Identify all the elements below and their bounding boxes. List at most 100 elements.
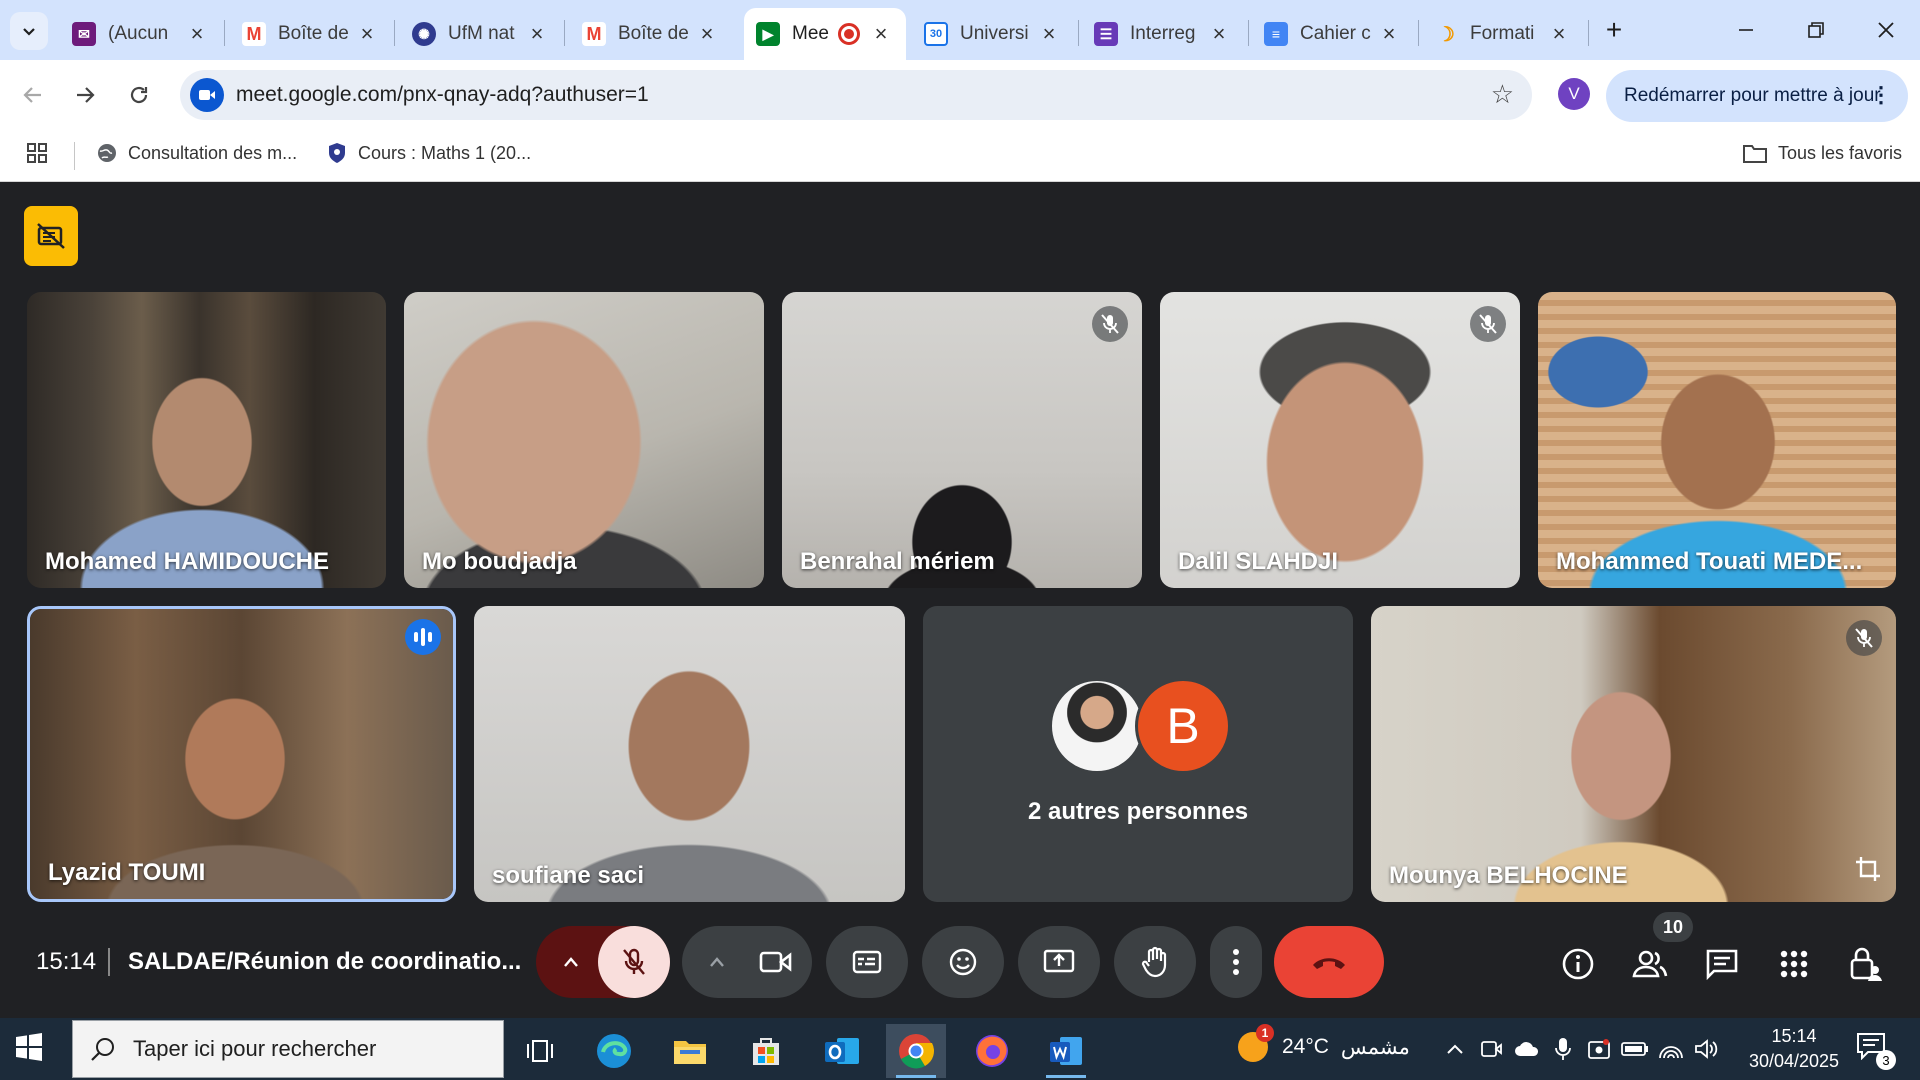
- address-bar[interactable]: meet.google.com/pnx-qnay-adq?authuser=1 …: [180, 70, 1532, 120]
- tab-divider: [1078, 20, 1079, 46]
- sun-icon: 1: [1238, 1024, 1274, 1062]
- minimize-button[interactable]: [1716, 10, 1776, 50]
- tray-volume[interactable]: [1692, 1034, 1722, 1064]
- captions-button[interactable]: [826, 926, 908, 998]
- tab-7[interactable]: ☰ Interreg ×: [1082, 8, 1242, 60]
- leave-call-button[interactable]: [1274, 926, 1384, 998]
- notification-count: 3: [1876, 1050, 1896, 1070]
- search-placeholder: Taper ici pour rechercher: [133, 1036, 377, 1061]
- restore-button[interactable]: [1786, 10, 1846, 50]
- chat-button[interactable]: [1698, 940, 1746, 988]
- tray-onedrive[interactable]: [1512, 1034, 1542, 1064]
- participant-tile[interactable]: Mo boudjadja: [404, 292, 764, 588]
- tab-title: Boîte de: [618, 23, 689, 44]
- tray-microphone[interactable]: [1548, 1034, 1578, 1064]
- site-info-icon[interactable]: [190, 78, 224, 112]
- taskbar-firefox[interactable]: [962, 1024, 1022, 1078]
- tab-8[interactable]: ≡ Cahier c ×: [1252, 8, 1412, 60]
- tab-6[interactable]: 30 Universi ×: [912, 8, 1072, 60]
- activities-button[interactable]: [1770, 940, 1818, 988]
- camera-toggle-button[interactable]: [740, 926, 812, 998]
- profile-avatar[interactable]: V: [1558, 78, 1590, 110]
- taskbar-edge[interactable]: [584, 1024, 644, 1078]
- new-tab-button[interactable]: +: [1584, 10, 1644, 50]
- weather-badge: 1: [1256, 1024, 1274, 1042]
- taskbar-outlook[interactable]: [812, 1024, 872, 1078]
- bookmark-cours-maths[interactable]: Cours : Maths 1 (20...: [326, 142, 531, 164]
- tray-screen-capture[interactable]: [1584, 1034, 1614, 1064]
- tray-battery[interactable]: [1620, 1034, 1650, 1064]
- more-vertical-icon[interactable]: ⋮: [1870, 82, 1892, 108]
- system-clock[interactable]: 15:14 30/04/2025: [1736, 1024, 1852, 1074]
- taskbar-file-explorer[interactable]: [660, 1024, 720, 1078]
- more-options-button[interactable]: [1210, 926, 1262, 998]
- close-icon[interactable]: ×: [1378, 21, 1400, 47]
- notification-center-button[interactable]: 3: [1856, 1032, 1896, 1070]
- taskbar-chrome[interactable]: [886, 1024, 946, 1078]
- close-icon[interactable]: ×: [1548, 21, 1570, 47]
- back-button[interactable]: [12, 74, 54, 116]
- reload-button[interactable]: [118, 74, 160, 116]
- close-icon[interactable]: ×: [526, 21, 548, 47]
- arrow-left-icon: [23, 87, 41, 103]
- close-icon[interactable]: ×: [1038, 21, 1060, 47]
- chevron-up-icon: [564, 957, 578, 967]
- participant-figure: [782, 292, 1142, 588]
- weather-widget[interactable]: 1 24°C مشمس: [1238, 1024, 1410, 1062]
- tab-1[interactable]: ✉ (Aucun ×: [60, 8, 220, 60]
- forward-button[interactable]: [64, 74, 106, 116]
- host-controls-button[interactable]: [1842, 940, 1890, 988]
- taskbar-search-box[interactable]: Taper ici pour rechercher: [72, 1020, 504, 1078]
- participant-tile[interactable]: Mounya BELHOCINE: [1371, 606, 1896, 902]
- meeting-title[interactable]: SALDAE/Réunion de coordinatio...: [128, 948, 521, 976]
- close-icon[interactable]: ×: [1208, 21, 1230, 47]
- tray-network[interactable]: [1656, 1034, 1686, 1064]
- participant-tile[interactable]: soufiane saci: [474, 606, 905, 902]
- recording-icon: [838, 23, 860, 45]
- other-participants-tile[interactable]: B 2 autres personnes: [923, 606, 1353, 902]
- tab-9[interactable]: ☽ Formati ×: [1422, 8, 1582, 60]
- tab-4[interactable]: M Boîte de ×: [570, 8, 730, 60]
- tab-divider: [224, 20, 225, 46]
- bookmark-label: Consultation des m...: [128, 142, 298, 163]
- start-button[interactable]: [14, 1032, 56, 1066]
- participant-tile[interactable]: Mohammed Touati MEDE...: [1538, 292, 1896, 588]
- bookmark-consultation[interactable]: Consultation des m...: [96, 142, 297, 164]
- audio-options-button[interactable]: [550, 926, 592, 998]
- participant-tile-speaking[interactable]: Lyazid TOUMI: [27, 606, 456, 902]
- tab-search-button[interactable]: [10, 12, 48, 50]
- video-options-button[interactable]: [696, 926, 738, 998]
- crop-icon[interactable]: [1854, 855, 1882, 888]
- bookmarks-bar: Consultation des m... Cours : Maths 1 (2…: [0, 130, 1920, 182]
- close-icon[interactable]: ×: [696, 21, 718, 47]
- taskbar-word[interactable]: [1036, 1024, 1096, 1078]
- present-screen-button[interactable]: [1018, 926, 1100, 998]
- folder-icon: [674, 1041, 706, 1064]
- raise-hand-button[interactable]: [1114, 926, 1196, 998]
- participant-tile[interactable]: Dalil SLAHDJI: [1160, 292, 1520, 588]
- close-window-button[interactable]: [1856, 10, 1916, 50]
- all-bookmarks-button[interactable]: Tous les favoris: [1742, 142, 1902, 164]
- tray-meet-now[interactable]: [1476, 1034, 1506, 1064]
- close-icon[interactable]: ×: [356, 21, 378, 47]
- tab-5-active[interactable]: ▶ Mee ×: [744, 8, 906, 60]
- task-view-button[interactable]: [510, 1024, 570, 1078]
- tab-2[interactable]: M Boîte de ×: [230, 8, 390, 60]
- show-hidden-icons-button[interactable]: [1440, 1034, 1470, 1064]
- taskbar-store[interactable]: [736, 1024, 796, 1078]
- edge-icon: [597, 1034, 631, 1068]
- meeting-info-button[interactable]: [1554, 940, 1602, 988]
- close-icon[interactable]: ×: [870, 21, 892, 47]
- participant-tile[interactable]: Benrahal mériem: [782, 292, 1142, 588]
- people-button[interactable]: [1626, 940, 1674, 988]
- reactions-button[interactable]: [922, 926, 1004, 998]
- microphone-toggle-button[interactable]: [598, 926, 670, 998]
- restart-to-update-button[interactable]: Redémarrer pour mettre à jour ⋮: [1606, 70, 1908, 122]
- apps-button[interactable]: [26, 142, 48, 164]
- close-icon[interactable]: ×: [186, 21, 208, 47]
- tab-3[interactable]: ✺ UfM nat ×: [400, 8, 560, 60]
- recording-indicator[interactable]: [24, 206, 78, 266]
- closed-captions-icon: [852, 950, 882, 974]
- participant-tile[interactable]: Mohamed HAMIDOUCHE: [27, 292, 386, 588]
- bookmark-star-icon[interactable]: ☆: [1491, 79, 1514, 110]
